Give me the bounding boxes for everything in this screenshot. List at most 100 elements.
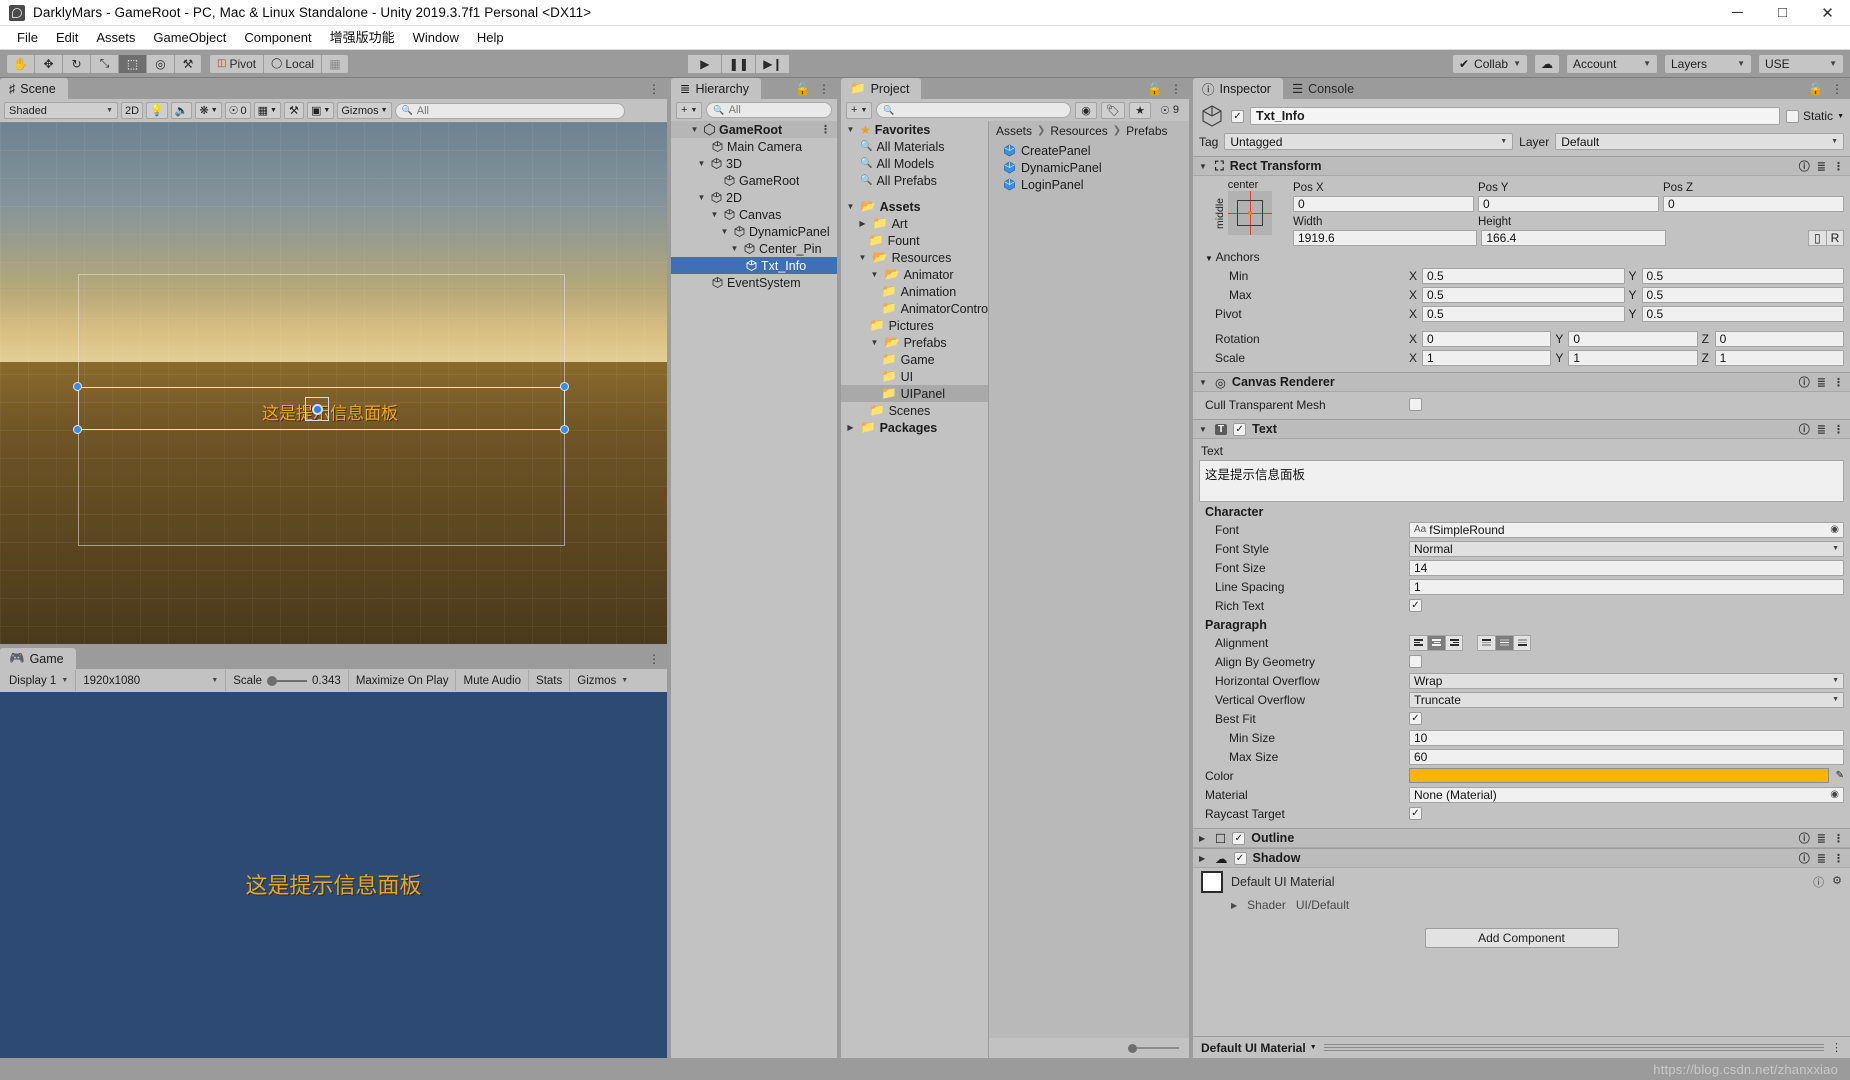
project-tree-fount[interactable]: 📁 Fount xyxy=(841,232,988,249)
grid-icon[interactable]: ▦ ▼ xyxy=(253,102,281,119)
kebab-icon[interactable]: ⋮ xyxy=(1833,160,1844,173)
slider-knob[interactable] xyxy=(267,675,278,686)
project-hidden-count[interactable]: ☉ 9 xyxy=(1155,102,1184,119)
hierarchy-item-gameroot-child[interactable]: GameRoot xyxy=(671,172,837,189)
mute-audio-toggle[interactable]: Mute Audio xyxy=(456,670,530,691)
breadcrumb-prefabs[interactable]: Prefabs xyxy=(1126,124,1167,138)
pivot-toggle[interactable]: ◫ Pivot xyxy=(209,53,264,74)
play-button[interactable]: ▶ xyxy=(687,53,722,74)
horizontal-overflow-dropdown[interactable]: Wrap ▼ xyxy=(1409,672,1844,689)
kebab-icon[interactable]: ⋮ xyxy=(1833,852,1844,865)
project-tree-all-materials[interactable]: 🔍 All Materials xyxy=(841,138,988,155)
vertical-overflow-dropdown[interactable]: Truncate ▼ xyxy=(1409,691,1844,708)
align-middle-button[interactable] xyxy=(1495,634,1513,651)
project-tree-all-models[interactable]: 🔍 All Models xyxy=(841,155,988,172)
help-icon[interactable]: ⓘ xyxy=(1813,874,1824,890)
component-header-text[interactable]: ▼ T ✓ Text ⓘ ≣ ⋮ xyxy=(1193,419,1850,439)
hidden-objects-toggle[interactable]: ☉ 0 xyxy=(224,102,251,119)
outline-enabled-checkbox[interactable]: ✓ xyxy=(1232,831,1246,845)
align-left-button[interactable] xyxy=(1409,634,1427,651)
menu-item-file[interactable]: File xyxy=(8,26,47,50)
camera-icon[interactable]: ▣ ▼ xyxy=(306,102,335,119)
hierarchy-item-2d[interactable]: ▼ 2D xyxy=(671,189,837,206)
twisty-icon[interactable]: ▼ xyxy=(696,159,707,168)
project-tree-ui[interactable]: 📁 UI xyxy=(841,368,988,385)
line-spacing-input[interactable]: 1 xyxy=(1409,578,1844,595)
footer-material-dropdown[interactable]: Default UI Material ▼ xyxy=(1201,1041,1317,1055)
project-zoom-slider[interactable] xyxy=(1128,1043,1179,1053)
project-search-input[interactable]: 🔍 xyxy=(876,102,1072,118)
project-tree-animatorcontroller[interactable]: 📁 AnimatorControll xyxy=(841,300,988,317)
twisty-icon[interactable]: ▼ xyxy=(729,244,740,253)
label-filter-icon[interactable]: 🏷 xyxy=(1101,101,1125,119)
twisty-icon[interactable]: ▼ xyxy=(869,270,880,279)
pos-y-input[interactable]: 0 xyxy=(1478,195,1659,212)
twisty-icon[interactable]: ▼ xyxy=(845,125,856,134)
scale-slider[interactable]: Scale 0.343 xyxy=(226,670,349,691)
twisty-icon[interactable]: ▶ xyxy=(1199,854,1209,863)
project-tree-favorites[interactable]: ▼ ★ Favorites xyxy=(841,121,988,138)
game-gizmos-dropdown[interactable]: Gizmos ▼ xyxy=(570,670,635,691)
twisty-icon[interactable]: ▼ xyxy=(1199,425,1209,434)
anchor-min-x-input[interactable]: 0.5 xyxy=(1422,267,1625,284)
custom-tool-button[interactable]: ⚒ xyxy=(174,53,202,74)
help-icon[interactable]: ⓘ xyxy=(1799,850,1810,866)
anchor-max-x-input[interactable]: 0.5 xyxy=(1422,286,1625,303)
layout-dropdown[interactable]: USE ▼ xyxy=(1757,53,1844,74)
raycast-target-checkbox[interactable]: ✓ xyxy=(1409,807,1422,820)
lock-icon[interactable]: 🔓 xyxy=(1808,82,1823,96)
menu-item-component[interactable]: Component xyxy=(235,26,320,50)
max-size-input[interactable]: 60 xyxy=(1409,748,1844,765)
project-tree-animator[interactable]: ▼ 📂 Animator xyxy=(841,266,988,283)
blueprint-icon[interactable]: ▯ xyxy=(1807,229,1826,246)
project-tree-uipanel[interactable]: 📁 UIPanel xyxy=(841,385,988,402)
hierarchy-item-txt-info[interactable]: Txt_Info xyxy=(671,257,837,274)
rotation-y-input[interactable]: 0 xyxy=(1568,330,1698,347)
twisty-icon[interactable]: ▼ xyxy=(1205,254,1213,263)
breadcrumb-assets[interactable]: Assets xyxy=(996,124,1032,138)
hierarchy-item-center-pin[interactable]: ▼ Center_Pin xyxy=(671,240,837,257)
text-color-swatch[interactable] xyxy=(1409,768,1829,783)
pos-x-input[interactable]: 0 xyxy=(1293,195,1474,212)
preset-icon[interactable]: ≣ xyxy=(1817,376,1826,389)
hierarchy-item-canvas[interactable]: ▼ Canvas xyxy=(671,206,837,223)
kebab-icon[interactable]: ⋮ xyxy=(648,652,660,666)
help-icon[interactable]: ⓘ xyxy=(1799,421,1810,437)
hierarchy-item-3d[interactable]: ▼ 3D xyxy=(671,155,837,172)
min-size-input[interactable]: 10 xyxy=(1409,729,1844,746)
kebab-icon[interactable]: ⋮ xyxy=(1833,423,1844,436)
anchors-foldout[interactable]: ▼ Anchors xyxy=(1199,247,1844,266)
text-value-textarea[interactable]: 这是提示信息面板 xyxy=(1199,460,1844,502)
rich-text-checkbox[interactable]: ✓ xyxy=(1409,599,1422,612)
close-button[interactable]: ✕ xyxy=(1805,0,1850,26)
scale-slider-track[interactable] xyxy=(267,675,308,686)
lock-icon[interactable]: 🔓 xyxy=(1147,82,1162,96)
twisty-icon[interactable]: ▶ xyxy=(857,219,868,228)
pos-z-input[interactable]: 0 xyxy=(1663,195,1844,212)
anchor-preset-box[interactable] xyxy=(1228,191,1272,235)
font-size-input[interactable]: 14 xyxy=(1409,559,1844,576)
shading-mode-dropdown[interactable]: Shaded ▼ xyxy=(4,102,118,119)
pivot-y-input[interactable]: 0.5 xyxy=(1641,305,1844,322)
material-object-field[interactable]: None (Material) ◉ xyxy=(1409,786,1844,803)
project-asset-createpanel[interactable]: CreatePanel xyxy=(989,142,1189,159)
component-header-outline[interactable]: ▶ ☐ ✓ Outline ⓘ ≣ ⋮ xyxy=(1193,828,1850,848)
tab-inspector[interactable]: ⓘ Inspector xyxy=(1193,78,1283,99)
collab-button[interactable]: ✔ Collab ▼ xyxy=(1451,53,1528,74)
rect-handle-top-left[interactable] xyxy=(73,382,82,391)
game-viewport[interactable]: 这是提示信息面板 xyxy=(0,692,667,1058)
pause-button[interactable]: ❚❚ xyxy=(721,53,756,74)
add-component-button[interactable]: Add Component xyxy=(1424,928,1619,948)
height-input[interactable]: 166.4 xyxy=(1481,229,1666,246)
best-fit-checkbox[interactable]: ✓ xyxy=(1409,712,1422,725)
anchor-preset-widget[interactable]: center middle xyxy=(1199,179,1287,247)
raw-edit-button[interactable]: R xyxy=(1825,229,1844,246)
project-tree-assets[interactable]: ▼ 📂 Assets xyxy=(841,198,988,215)
twisty-icon[interactable]: ▼ xyxy=(857,253,868,262)
tab-game[interactable]: 🎮 Game xyxy=(0,648,76,669)
rect-handle-bottom-right[interactable] xyxy=(560,425,569,434)
hierarchy-item-gameroot[interactable]: ▼ GameRoot ⋮ xyxy=(671,121,837,138)
cull-transparent-mesh-checkbox[interactable] xyxy=(1409,398,1422,411)
eyedropper-icon[interactable]: ✎ xyxy=(1836,770,1844,781)
align-right-button[interactable] xyxy=(1445,634,1463,651)
